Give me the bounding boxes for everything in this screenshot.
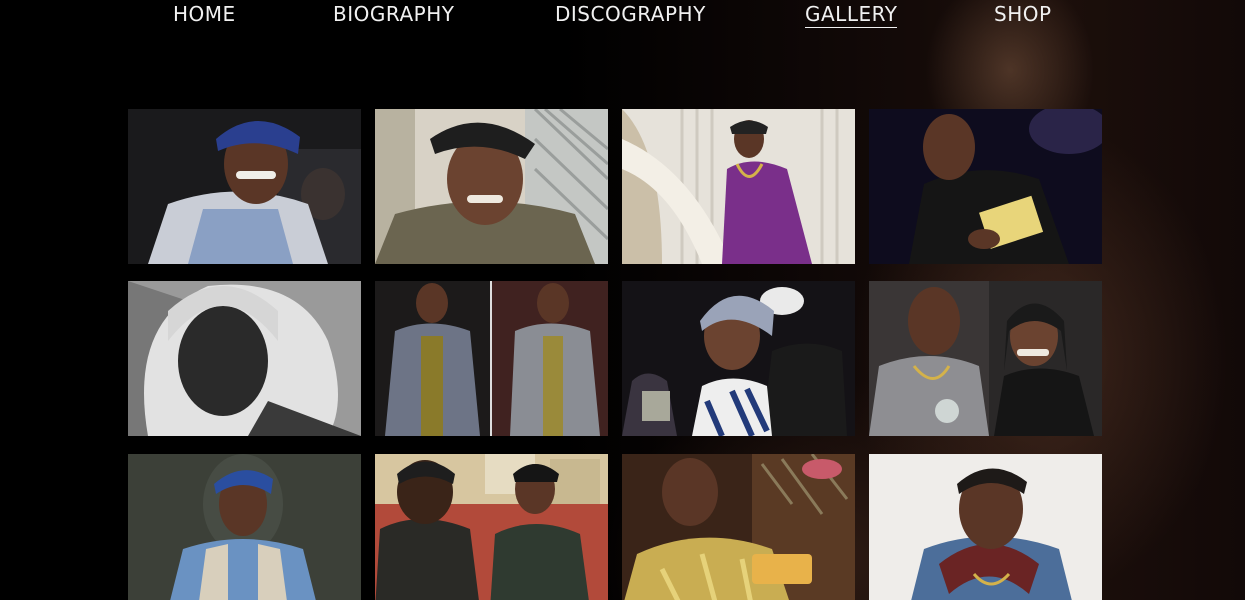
gallery-photo[interactable] — [869, 454, 1102, 600]
gallery-photo[interactable] — [375, 109, 608, 264]
gallery-photo[interactable] — [622, 281, 855, 436]
nav-discography-link[interactable]: DISCOGRAPHY — [555, 2, 706, 26]
nav-home-link[interactable]: HOME — [173, 2, 236, 26]
gallery-photo[interactable] — [869, 109, 1102, 264]
gallery-page: HOME BIOGRAPHY DISCOGRAPHY GALLERY SHOP — [0, 0, 1245, 600]
gallery-photo[interactable] — [128, 281, 361, 436]
gallery-photo[interactable] — [375, 281, 608, 436]
nav-gallery-link[interactable]: GALLERY — [805, 2, 898, 28]
gallery-photo[interactable] — [375, 454, 608, 600]
nav-shop-link[interactable]: SHOP — [994, 2, 1052, 26]
gallery-photo[interactable] — [128, 109, 361, 264]
gallery-photo[interactable] — [128, 454, 361, 600]
main-nav: HOME BIOGRAPHY DISCOGRAPHY GALLERY SHOP — [0, 0, 1245, 40]
gallery-photo[interactable] — [622, 109, 855, 264]
gallery-photo[interactable] — [622, 454, 855, 600]
nav-biography-link[interactable]: BIOGRAPHY — [333, 2, 454, 26]
gallery-photo[interactable] — [869, 281, 1102, 436]
